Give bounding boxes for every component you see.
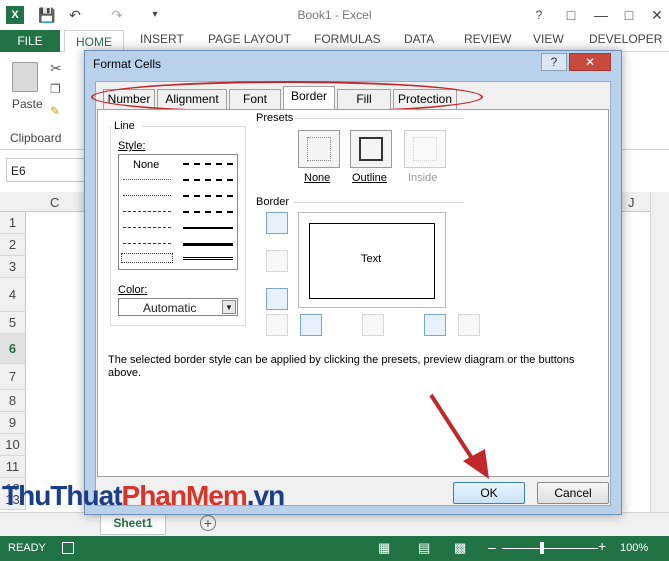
dialog-help-button[interactable]: ? [541,53,567,71]
border-preview[interactable]: Text [298,212,446,308]
watermark-part2: PhanMem [121,480,248,511]
border-group-separator [294,202,464,203]
border-inside-horizontal-button[interactable] [266,250,288,272]
tab-file[interactable]: FILE [0,30,60,52]
format-cells-dialog: Format Cells ? ✕ Number Alignment Font B… [84,50,622,515]
column-header-j[interactable]: J [628,195,635,210]
tab-page-layout[interactable]: PAGE LAYOUT [208,32,291,46]
ribbon-display-icon[interactable]: □ [562,6,580,24]
border-inside-vertical-button[interactable] [362,314,384,336]
zoom-slider[interactable] [502,548,598,549]
border-bottom-button[interactable] [266,288,288,310]
tab-insert[interactable]: INSERT [140,32,184,46]
paste-label[interactable]: Paste [12,97,43,111]
preset-none-icon [307,137,331,161]
column-header-c[interactable]: C [50,195,59,210]
tab-data[interactable]: DATA [404,32,434,46]
border-right-button[interactable] [424,314,446,336]
preset-outline-icon [359,137,383,161]
watermark-part3: .vn [246,480,285,511]
normal-view-icon[interactable]: ▦ [378,540,390,556]
cancel-button[interactable]: Cancel [537,482,609,504]
border-left-button[interactable] [300,314,322,336]
status-ready: READY [8,542,46,554]
close-icon[interactable]: ✕ [648,6,666,24]
preset-none-label: None [304,172,331,184]
macro-record-icon[interactable] [62,542,74,554]
cut-icon[interactable]: ✂ [50,60,62,77]
zoom-slider-thumb[interactable] [540,542,544,554]
status-bar: READY ▦ ▤ ▩ – + 100% [0,536,669,561]
line-group-border [110,126,246,326]
border-group-label: Border [256,196,290,208]
border-preview-text: Text [361,253,382,265]
border-top-button[interactable] [266,212,288,234]
border-diagonal-up-button[interactable] [266,314,288,336]
presets-label: Presets [256,112,294,124]
row-header[interactable]: 11 [0,456,26,478]
tab-formulas[interactable]: FORMULAS [314,32,381,46]
add-sheet-icon[interactable]: + [200,515,216,531]
title-bar: X 💾 ↶ ↷ ▾ Book1 - Excel ? □ — □ ✕ [0,0,669,30]
dialog-close-button[interactable]: ✕ [569,53,611,71]
watermark-logo: ThuThuatPhanMem.vn [2,480,285,512]
presets-separator [294,118,464,119]
help-icon[interactable]: ? [530,6,548,24]
border-hint-text: The selected border style can be applied… [108,354,575,379]
preset-inside-icon [413,137,437,161]
copy-icon[interactable]: ❐ [50,82,61,96]
preset-outline-label: Outline [352,172,387,184]
annotation-arrow [429,393,489,479]
tab-review[interactable]: REVIEW [464,32,511,46]
row-header[interactable]: 8 [0,390,26,412]
row-header[interactable]: 7 [0,364,26,390]
zoom-level[interactable]: 100% [620,542,648,554]
row-header[interactable]: 5 [0,312,26,334]
page-layout-view-icon[interactable]: ▤ [418,540,430,556]
row-header[interactable]: 6 [0,334,26,364]
clipboard-group-label: Clipboard [10,131,62,145]
border-diagonal-down-button[interactable] [458,314,480,336]
vertical-scrollbar[interactable] [650,192,669,512]
preset-inside-label: Inside [408,172,438,184]
minimize-icon[interactable]: — [592,6,610,24]
border-tab-panel: Line Style: None Color: Automatic ▼ Pres… [97,109,609,477]
sheet-tab-bar: Sheet1 + [0,512,669,536]
watermark-part1: ThuThuat [2,480,123,511]
format-painter-icon[interactable]: ✎ [50,104,60,118]
tab-developer[interactable]: DEVELOPER [589,32,662,46]
dialog-title: Format Cells [93,57,162,71]
preset-inside-button[interactable] [404,130,446,168]
sheet-tab[interactable]: Sheet1 [100,513,166,535]
ok-button[interactable]: OK [453,482,525,504]
zoom-in-icon[interactable]: + [598,538,606,554]
row-header[interactable]: 4 [0,278,26,312]
name-box[interactable]: E6 [6,158,86,182]
maximize-icon[interactable]: □ [620,6,638,24]
page-break-view-icon[interactable]: ▩ [454,540,466,556]
preset-outline-button[interactable] [350,130,392,168]
row-header[interactable]: 2 [0,234,26,256]
preset-none-button[interactable] [298,130,340,168]
row-header[interactable]: 1 [0,212,26,234]
paste-icon[interactable] [12,62,38,92]
row-header[interactable]: 3 [0,256,26,278]
zoom-out-icon[interactable]: – [488,539,496,555]
row-header[interactable]: 9 [0,412,26,434]
row-header[interactable]: 10 [0,434,26,456]
tab-view[interactable]: VIEW [533,32,564,46]
